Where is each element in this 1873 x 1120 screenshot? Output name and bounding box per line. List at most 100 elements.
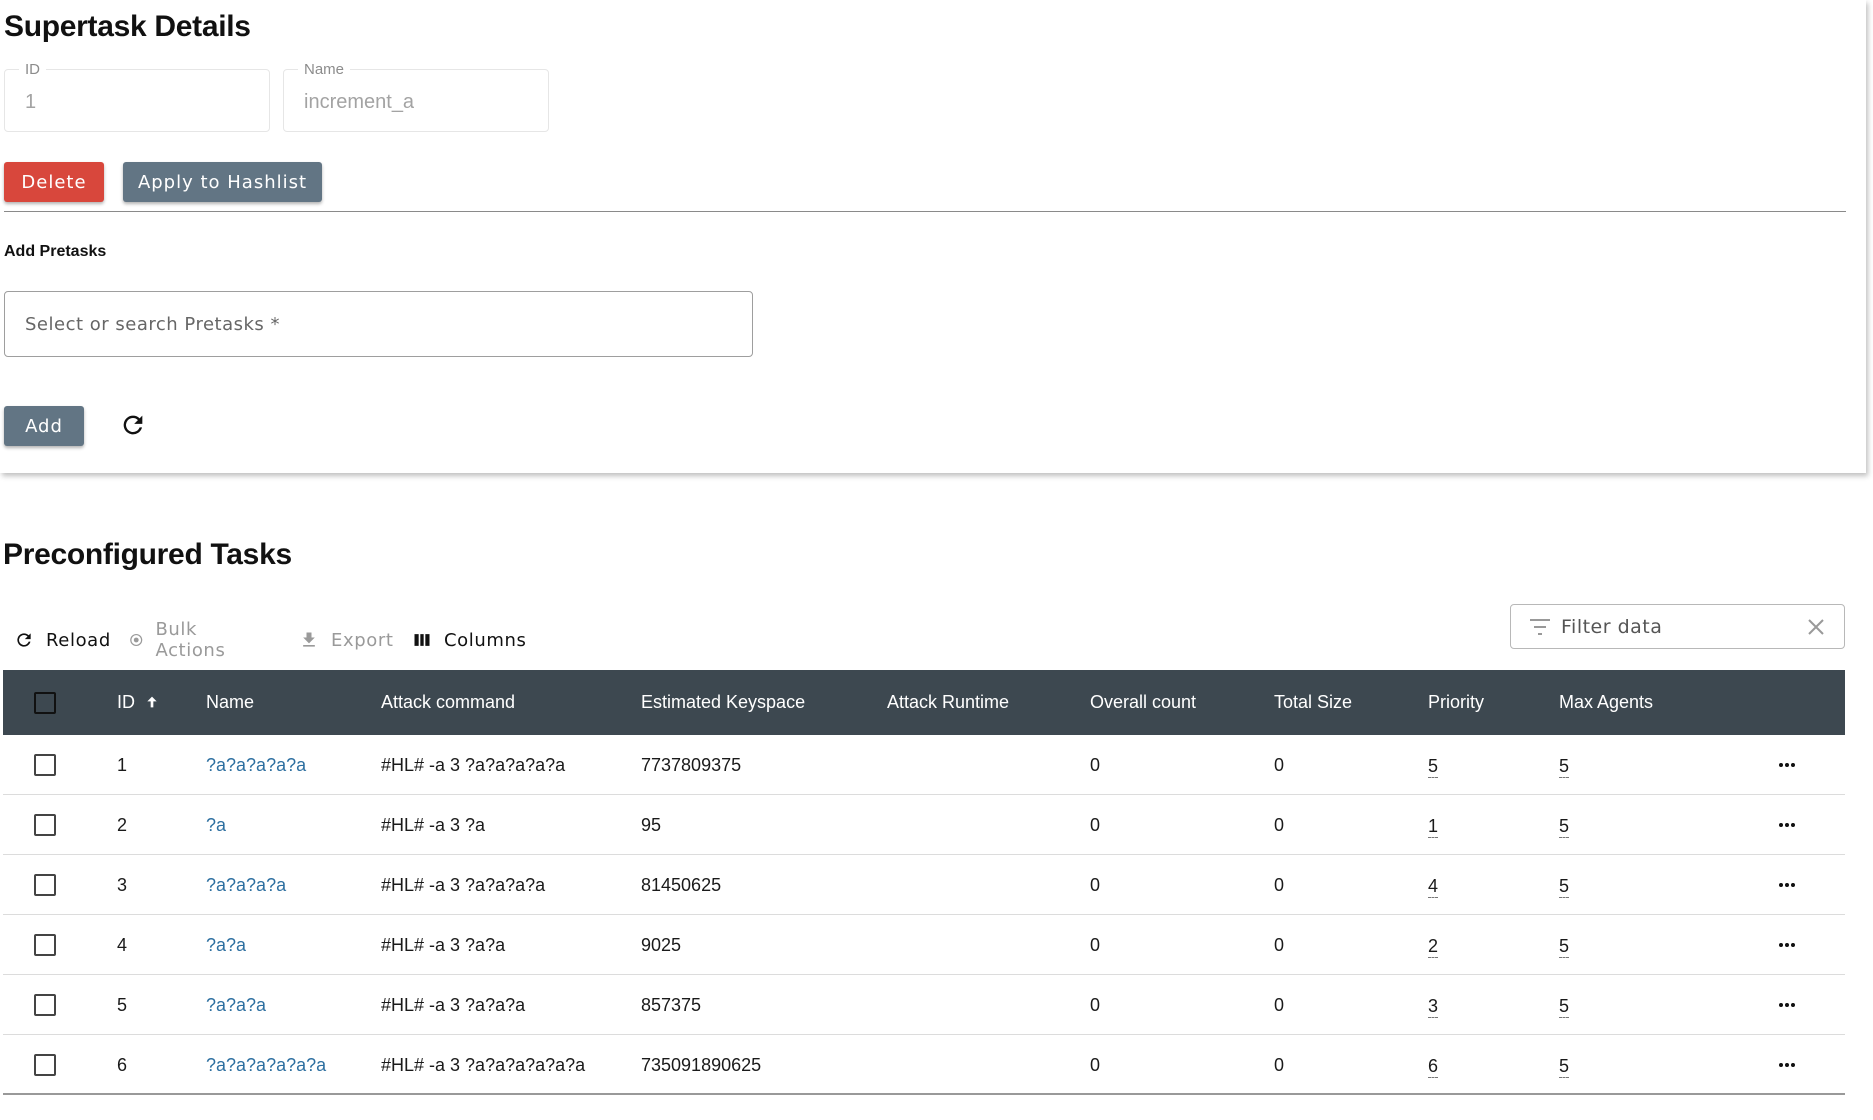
table-body: 1 ?a?a?a?a?a #HL# -a 3 ?a?a?a?a?a 773780… <box>3 735 1845 1095</box>
reload-label: Reload <box>46 629 111 651</box>
cell-overall-count: 0 <box>1090 935 1101 955</box>
more-horizontal-icon[interactable] <box>1777 1055 1797 1075</box>
page-title: Supertask Details <box>4 10 251 43</box>
name-field-label: Name <box>298 61 351 78</box>
export-button[interactable]: Export <box>299 626 394 654</box>
columns-button[interactable]: Columns <box>412 626 527 654</box>
more-horizontal-icon[interactable] <box>1777 875 1797 895</box>
bulk-actions-label: Bulk Actions <box>155 619 226 661</box>
tasks-table: ID Name Attack command Estimated Keyspac… <box>3 670 1845 1095</box>
table-row: 6 ?a?a?a?a?a?a #HL# -a 3 ?a?a?a?a?a?a 73… <box>3 1035 1845 1095</box>
column-header-total-size[interactable]: Total Size <box>1274 692 1352 713</box>
reload-icon <box>17 633 31 647</box>
column-header-name[interactable]: Name <box>206 692 254 713</box>
cell-id: 6 <box>117 1055 128 1075</box>
close-icon[interactable] <box>1806 617 1826 637</box>
arrow-up-icon <box>147 696 157 708</box>
refresh-icon[interactable] <box>119 411 147 439</box>
radio-target-icon <box>130 633 143 647</box>
table-row: 5 ?a?a?a #HL# -a 3 ?a?a?a 857375 0 0 3 5 <box>3 975 1845 1035</box>
cell-total-size: 0 <box>1274 1055 1285 1075</box>
reload-button[interactable]: Reload <box>14 626 111 654</box>
row-checkbox[interactable] <box>34 814 56 836</box>
cell-name-link[interactable]: ?a?a?a?a?a <box>206 755 306 776</box>
cell-max-agents-editable[interactable]: 5 <box>1559 935 1570 958</box>
filter-icon <box>1530 619 1550 635</box>
cell-priority-editable[interactable]: 5 <box>1428 755 1439 778</box>
cell-priority-editable[interactable]: 1 <box>1428 815 1439 838</box>
cell-priority-editable[interactable]: 2 <box>1428 935 1439 958</box>
cell-total-size: 0 <box>1274 755 1285 775</box>
cell-overall-count: 0 <box>1090 755 1101 775</box>
cell-id: 2 <box>117 815 128 835</box>
cell-keyspace: 95 <box>641 815 662 835</box>
divider <box>4 211 1846 212</box>
row-checkbox[interactable] <box>34 934 56 956</box>
more-horizontal-icon[interactable] <box>1777 935 1797 955</box>
cell-overall-count: 0 <box>1090 995 1101 1015</box>
column-header-max-agents[interactable]: Max Agents <box>1559 692 1653 713</box>
column-header-attack-runtime[interactable]: Attack Runtime <box>887 692 1009 713</box>
table-header: ID Name Attack command Estimated Keyspac… <box>3 670 1845 735</box>
cell-keyspace: 9025 <box>641 935 682 955</box>
name-field: Name increment_a <box>283 61 549 132</box>
cell-name-link[interactable]: ?a?a <box>206 935 246 956</box>
id-field-value: 1 <box>25 91 37 113</box>
apply-to-hashlist-button[interactable]: Apply to Hashlist <box>123 162 322 202</box>
cell-name-link[interactable]: ?a?a?a <box>206 995 266 1016</box>
cell-total-size: 0 <box>1274 875 1285 895</box>
row-checkbox[interactable] <box>34 994 56 1016</box>
row-checkbox[interactable] <box>34 754 56 776</box>
cell-keyspace: 857375 <box>641 995 702 1015</box>
cell-keyspace: 81450625 <box>641 875 722 895</box>
add-button[interactable]: Add <box>4 406 84 446</box>
column-header-id[interactable]: ID <box>117 692 160 713</box>
cell-overall-count: 0 <box>1090 875 1101 895</box>
cell-overall-count: 0 <box>1090 815 1101 835</box>
name-field-value: increment_a <box>304 91 415 113</box>
row-checkbox[interactable] <box>34 1054 56 1076</box>
delete-button[interactable]: Delete <box>4 162 104 202</box>
cell-name-link[interactable]: ?a <box>206 815 226 836</box>
column-header-priority[interactable]: Priority <box>1428 692 1484 713</box>
export-label: Export <box>331 629 394 651</box>
more-horizontal-icon[interactable] <box>1777 755 1797 775</box>
cell-attack-command: #HL# -a 3 ?a?a <box>381 935 506 955</box>
more-horizontal-icon[interactable] <box>1777 815 1797 835</box>
section-title: Preconfigured Tasks <box>3 538 292 571</box>
cell-max-agents-editable[interactable]: 5 <box>1559 755 1570 778</box>
pretask-select-input[interactable]: Select or search Pretasks * <box>4 291 753 357</box>
table-row: 3 ?a?a?a?a #HL# -a 3 ?a?a?a?a 81450625 0… <box>3 855 1845 915</box>
table-row: 4 ?a?a #HL# -a 3 ?a?a 9025 0 0 2 5 <box>3 915 1845 975</box>
cell-priority-editable[interactable]: 3 <box>1428 995 1439 1018</box>
cell-id: 3 <box>117 875 128 895</box>
select-all-checkbox[interactable] <box>34 692 56 714</box>
more-horizontal-icon[interactable] <box>1777 995 1797 1015</box>
column-header-attack-command[interactable]: Attack command <box>381 692 515 713</box>
cell-max-agents-editable[interactable]: 5 <box>1559 995 1570 1018</box>
cell-max-agents-editable[interactable]: 5 <box>1559 815 1570 838</box>
cell-priority-editable[interactable]: 4 <box>1428 875 1439 898</box>
cell-attack-command: #HL# -a 3 ?a?a?a <box>381 995 526 1015</box>
cell-id: 4 <box>117 935 128 955</box>
cell-attack-command: #HL# -a 3 ?a?a?a?a?a <box>381 755 566 775</box>
pretask-select-placeholder: Select or search Pretasks * <box>25 314 281 335</box>
column-header-overall-count[interactable]: Overall count <box>1090 692 1196 713</box>
bulk-actions-button[interactable]: Bulk Actions <box>129 619 233 661</box>
row-checkbox[interactable] <box>34 874 56 896</box>
cell-priority-editable[interactable]: 6 <box>1428 1055 1439 1078</box>
supertask-details-card: Supertask Details ID 1 Name increment_a … <box>0 0 1866 473</box>
column-header-estimated-keyspace[interactable]: Estimated Keyspace <box>641 692 805 713</box>
id-field-label: ID <box>19 61 46 78</box>
cell-max-agents-editable[interactable]: 5 <box>1559 1055 1570 1078</box>
column-header-label: ID <box>117 692 135 712</box>
cell-total-size: 0 <box>1274 995 1285 1015</box>
cell-attack-command: #HL# -a 3 ?a?a?a?a?a?a <box>381 1055 586 1075</box>
cell-max-agents-editable[interactable]: 5 <box>1559 875 1570 898</box>
cell-name-link[interactable]: ?a?a?a?a?a?a <box>206 1055 326 1076</box>
filter-input[interactable]: Filter data <box>1510 604 1845 649</box>
cell-name-link[interactable]: ?a?a?a?a <box>206 875 286 896</box>
cell-keyspace: 7737809375 <box>641 755 742 775</box>
columns-label: Columns <box>444 629 527 651</box>
add-pretasks-title: Add Pretasks <box>4 243 107 260</box>
